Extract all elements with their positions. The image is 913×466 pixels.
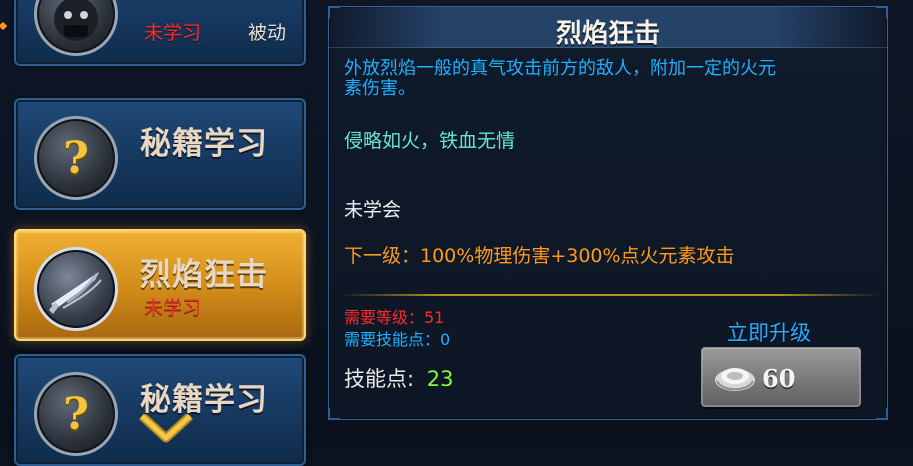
learn-state: 未学会 bbox=[344, 199, 402, 221]
skill-list: 未学习 被动 ? 秘籍学习 烈焰狂击 未学习 ? 秘籍学习 bbox=[0, 0, 320, 466]
mask-icon bbox=[34, 0, 118, 56]
skill-card-manual-learn-2[interactable]: ? 秘籍学习 bbox=[14, 354, 306, 466]
blade-glyph bbox=[49, 272, 102, 314]
next-level-effect: 下一级：100%物理伤害+300%点火元素攻击 bbox=[344, 245, 735, 267]
skill-detail-panel: 烈焰狂击 外放烈焰一般的真气攻击前方的敌人，附加一定的火元素伤害。 侵略如火，铁… bbox=[328, 6, 888, 420]
skill-title: 秘籍学习 bbox=[140, 382, 268, 418]
skill-title: 秘籍学习 bbox=[140, 126, 268, 162]
blade-icon bbox=[34, 247, 118, 331]
skill-status: 未学习 bbox=[144, 22, 202, 44]
silver-ingot-icon bbox=[715, 368, 755, 391]
skill-points-label: 技能点: bbox=[344, 367, 415, 391]
question-icon: ? bbox=[34, 116, 118, 200]
skill-card-passive[interactable]: 未学习 被动 bbox=[14, 0, 306, 66]
required-level: 需要等级：51 bbox=[344, 308, 445, 327]
scroll-down-arrow-icon[interactable] bbox=[139, 414, 193, 444]
skill-title: 烈焰狂击 bbox=[140, 257, 268, 293]
question-glyph: ? bbox=[63, 132, 89, 184]
skill-points-value: 23 bbox=[426, 367, 454, 391]
panel-corner bbox=[328, 408, 340, 420]
skill-motto: 侵略如火，铁血无情 bbox=[344, 130, 516, 152]
upgrade-cost: 60 bbox=[762, 364, 796, 393]
panel-corner bbox=[876, 408, 888, 420]
skill-card-manual-learn[interactable]: ? 秘籍学习 bbox=[14, 98, 306, 210]
question-icon: ? bbox=[34, 372, 118, 456]
required-skill-points: 需要技能点：0 bbox=[344, 330, 451, 349]
skill-card-flame-strike[interactable]: 烈焰狂击 未学习 bbox=[14, 229, 306, 341]
mask-glyph bbox=[54, 0, 98, 41]
upgrade-label: 立即升级 bbox=[727, 321, 811, 345]
skill-detail-title: 烈焰狂击 bbox=[555, 19, 660, 49]
question-glyph: ? bbox=[63, 388, 89, 440]
skill-type: 被动 bbox=[248, 22, 287, 44]
skill-points: 技能点: 23 bbox=[344, 363, 454, 393]
upgrade-button[interactable]: 60 bbox=[701, 347, 861, 407]
skill-status: 未学习 bbox=[144, 297, 202, 319]
divider bbox=[339, 294, 879, 296]
skill-description: 外放烈焰一般的真气攻击前方的敌人，附加一定的火元素伤害。 bbox=[344, 58, 776, 99]
